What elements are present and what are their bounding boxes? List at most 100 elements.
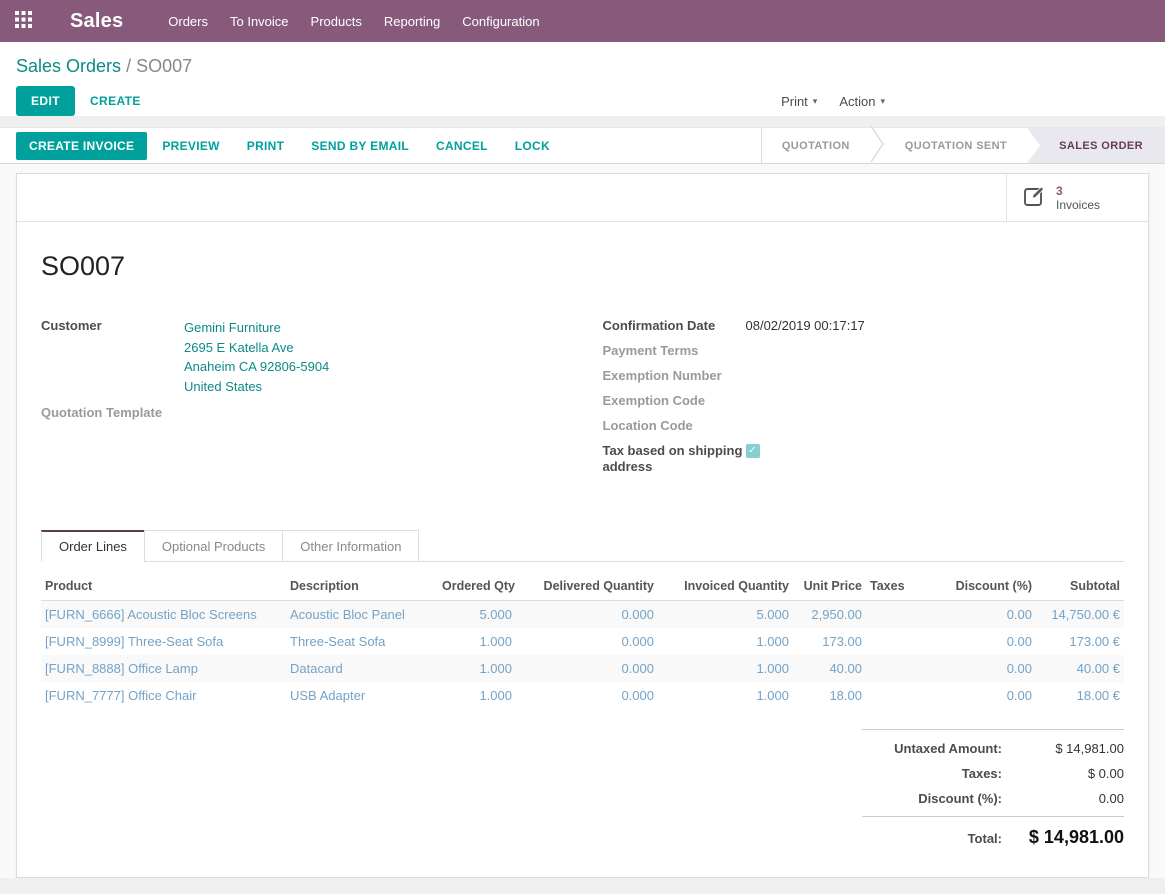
cell-subtotal: 18.00 € [1036, 682, 1124, 709]
cell-invoiced-qty: 1.000 [658, 655, 793, 682]
state-quotation-sent[interactable]: QUOTATION SENT [885, 128, 1027, 163]
action-dropdown[interactable]: Action ▾ [839, 94, 885, 109]
cell-discount: 0.00 [931, 655, 1036, 682]
nav-item-reporting[interactable]: Reporting [373, 0, 451, 42]
customer-label: Customer [41, 318, 184, 396]
form-sheet: 3 Invoices SO007 Customer Gemini Furnitu… [16, 173, 1149, 878]
cell-description: Three-Seat Sofa [286, 628, 438, 655]
apps-menu-button[interactable] [0, 11, 46, 31]
exemption-number-label: Exemption Number [603, 368, 746, 384]
control-panel: Sales Orders / SO007 EDIT CREATE Print ▾… [0, 42, 1165, 116]
customer-address: Gemini Furniture 2695 E Katella Ave Anah… [184, 318, 329, 396]
order-lines-table: Product Description Ordered Qty Delivere… [41, 572, 1124, 709]
nav-item-to-invoice[interactable]: To Invoice [219, 0, 300, 42]
order-line-row[interactable]: [FURN_8999] Three-Seat Sofa Three-Seat S… [41, 628, 1124, 655]
exemption-code-label: Exemption Code [603, 393, 746, 409]
cell-product: [FURN_6666] Acoustic Bloc Screens [41, 601, 286, 629]
untaxed-amount-value: $ 14,981.00 [1028, 741, 1124, 756]
state-sales-order[interactable]: SALES ORDER [1027, 128, 1165, 163]
cell-delivered-qty: 0.000 [516, 628, 658, 655]
cell-discount: 0.00 [931, 601, 1036, 629]
print-dropdown[interactable]: Print ▾ [781, 94, 817, 109]
tax-shipping-checkbox[interactable]: ✓ [746, 444, 760, 458]
cell-discount: 0.00 [931, 628, 1036, 655]
total-label: Total: [862, 831, 1028, 846]
breadcrumb-current: SO007 [136, 56, 192, 76]
nav-item-products[interactable]: Products [300, 0, 373, 42]
send-by-email-button[interactable]: SEND BY EMAIL [299, 132, 421, 160]
customer-name-link[interactable]: Gemini Furniture [184, 318, 329, 338]
taxes-label: Taxes: [862, 766, 1028, 781]
customer-country-link[interactable]: United States [184, 377, 329, 397]
cell-invoiced-qty: 1.000 [658, 628, 793, 655]
order-line-row[interactable]: [FURN_6666] Acoustic Bloc Screens Acoust… [41, 601, 1124, 629]
col-subtotal: Subtotal [1036, 572, 1124, 601]
cell-description: Acoustic Bloc Panel [286, 601, 438, 629]
cell-taxes [866, 682, 931, 709]
cell-description: Datacard [286, 655, 438, 682]
cell-ordered-qty: 1.000 [438, 682, 516, 709]
nav-item-configuration[interactable]: Configuration [451, 0, 550, 42]
nav-item-orders[interactable]: Orders [157, 0, 219, 42]
breadcrumb-separator: / [126, 56, 131, 76]
cell-ordered-qty: 5.000 [438, 601, 516, 629]
breadcrumb: Sales Orders / SO007 [16, 55, 1149, 77]
cell-delivered-qty: 0.000 [516, 601, 658, 629]
invoices-label: Invoices [1056, 198, 1100, 212]
cell-ordered-qty: 1.000 [438, 628, 516, 655]
checkmark-icon: ✓ [748, 443, 756, 459]
create-invoice-button[interactable]: CREATE INVOICE [16, 132, 147, 160]
col-invoiced-quantity: Invoiced Quantity [658, 572, 793, 601]
cell-product: [FURN_7777] Office Chair [41, 682, 286, 709]
edit-note-icon [1022, 184, 1046, 211]
preview-button[interactable]: PREVIEW [150, 132, 231, 160]
col-discount: Discount (%) [931, 572, 1036, 601]
cell-taxes [866, 655, 931, 682]
untaxed-amount-label: Untaxed Amount: [862, 741, 1028, 756]
cancel-button[interactable]: CANCEL [424, 132, 500, 160]
tab-optional-products[interactable]: Optional Products [144, 530, 283, 562]
order-line-row[interactable]: [FURN_8888] Office Lamp Datacard 1.000 0… [41, 655, 1124, 682]
discount-label: Discount (%): [862, 791, 1028, 806]
total-value: $ 14,981.00 [1028, 827, 1124, 848]
caret-down-icon: ▾ [813, 96, 818, 107]
tax-shipping-label: Tax based on shipping address [603, 443, 746, 475]
discount-value: 0.00 [1028, 791, 1124, 806]
edit-button[interactable]: EDIT [16, 86, 75, 116]
invoices-stat-button[interactable]: 3 Invoices [1006, 174, 1148, 221]
location-code-label: Location Code [603, 418, 746, 434]
tab-other-information[interactable]: Other Information [282, 530, 419, 562]
print-button[interactable]: PRINT [235, 132, 297, 160]
order-title: SO007 [41, 251, 1124, 282]
cell-delivered-qty: 0.000 [516, 655, 658, 682]
cell-taxes [866, 628, 931, 655]
cell-unit-price: 18.00 [793, 682, 866, 709]
cell-product: [FURN_8888] Office Lamp [41, 655, 286, 682]
breadcrumb-sales-orders-link[interactable]: Sales Orders [16, 56, 121, 76]
cell-product: [FURN_8999] Three-Seat Sofa [41, 628, 286, 655]
cell-invoiced-qty: 5.000 [658, 601, 793, 629]
create-button[interactable]: CREATE [75, 86, 156, 116]
app-name[interactable]: Sales [70, 10, 123, 33]
cell-invoiced-qty: 1.000 [658, 682, 793, 709]
table-header-row: Product Description Ordered Qty Delivere… [41, 572, 1124, 601]
customer-city-link[interactable]: Anaheim CA 92806-5904 [184, 357, 329, 377]
state-quotation[interactable]: QUOTATION [762, 128, 870, 163]
cell-discount: 0.00 [931, 682, 1036, 709]
taxes-value: $ 0.00 [1028, 766, 1124, 781]
confirmation-date-label: Confirmation Date [603, 318, 746, 334]
customer-street-link[interactable]: 2695 E Katella Ave [184, 338, 329, 358]
lock-button[interactable]: LOCK [503, 132, 562, 160]
quotation-template-label: Quotation Template [41, 405, 184, 421]
form-content: 3 Invoices SO007 Customer Gemini Furnitu… [0, 164, 1165, 878]
cell-subtotal: 40.00 € [1036, 655, 1124, 682]
order-line-row[interactable]: [FURN_7777] Office Chair USB Adapter 1.0… [41, 682, 1124, 709]
tab-order-lines[interactable]: Order Lines [41, 530, 145, 562]
cell-delivered-qty: 0.000 [516, 682, 658, 709]
top-navbar: Sales Orders To Invoice Products Reporti… [0, 0, 1165, 42]
cell-description: USB Adapter [286, 682, 438, 709]
button-box: 3 Invoices [17, 174, 1148, 222]
cell-taxes [866, 601, 931, 629]
caret-down-icon: ▾ [880, 96, 885, 107]
col-delivered-quantity: Delivered Quantity [516, 572, 658, 601]
